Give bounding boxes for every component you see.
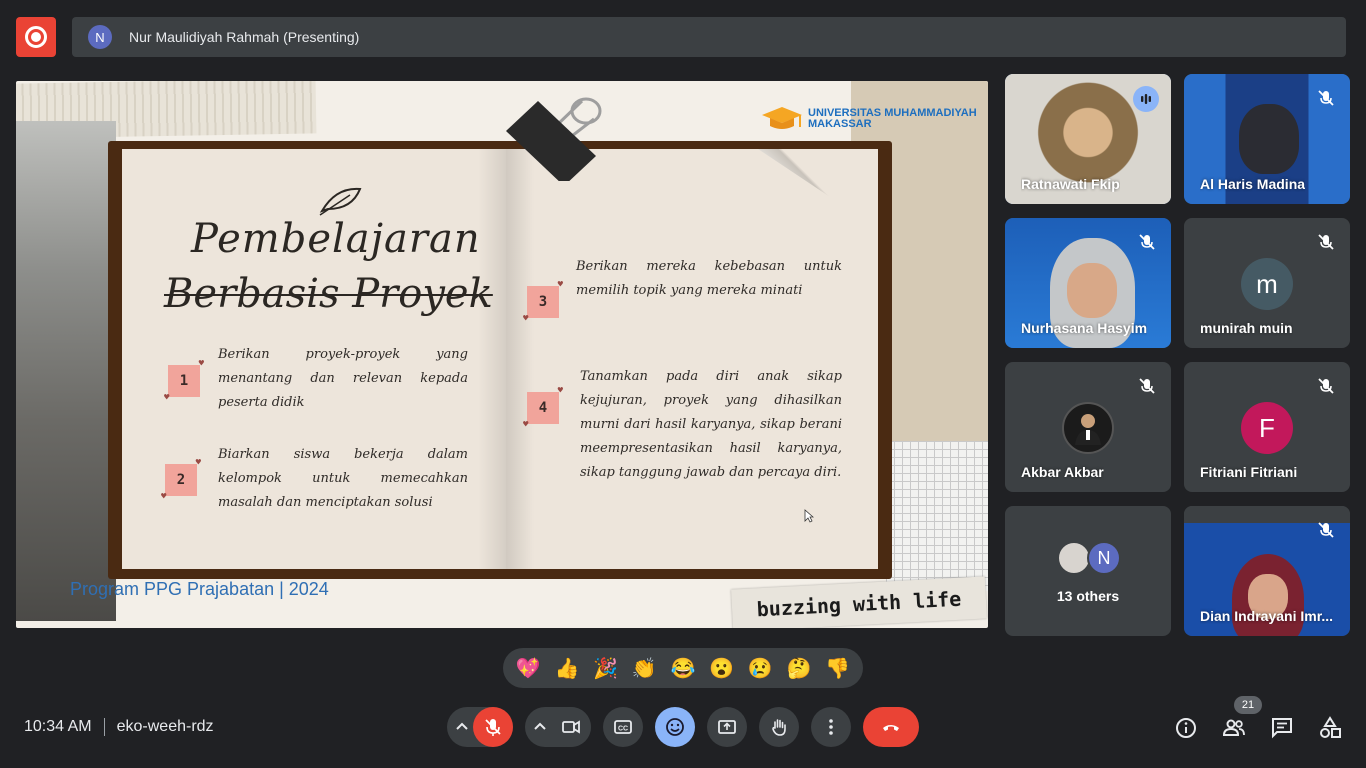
slide-title-line-1: Pembelajaran (191, 216, 481, 262)
video-options-chevron-up-icon[interactable] (531, 718, 549, 736)
reaction-crying[interactable]: 😢 (744, 656, 776, 681)
participant-avatar: F (1241, 402, 1293, 454)
record-icon (25, 26, 47, 48)
collage-decoration (16, 121, 116, 621)
item-text-1: Berikan proyek-proyek yang menantang dan… (218, 347, 468, 410)
grid-paper-decoration (886, 441, 988, 591)
graduation-cap-icon (762, 107, 802, 129)
people-icon[interactable] (1222, 716, 1246, 740)
participant-tile-dian[interactable]: Dian Indrayani Imr... (1184, 506, 1350, 636)
chat-icon[interactable] (1270, 716, 1294, 740)
participant-name: munirah muin (1200, 320, 1293, 336)
mic-off-icon (1318, 378, 1334, 394)
participant-name: Al Haris Madina (1200, 176, 1306, 192)
item-text-3: Berikan mereka kebebasan untuk memilih t… (576, 259, 842, 298)
participant-tile-munirah[interactable]: m munirah muin (1184, 218, 1350, 348)
emoji-smile-icon (666, 718, 684, 736)
item-number-2: 2 (161, 458, 201, 502)
reaction-surprised[interactable]: 😮 (706, 656, 738, 681)
participant-tile-akbar[interactable]: Akbar Akbar (1005, 362, 1171, 492)
mic-off-icon (1318, 522, 1334, 538)
participant-avatar: m (1241, 258, 1293, 310)
more-vertical-icon (829, 719, 833, 735)
reaction-thumbs-up[interactable]: 👍 (551, 656, 583, 681)
presenter-avatar: N (88, 25, 112, 49)
mic-toggle-button[interactable] (473, 707, 513, 747)
closed-captions-icon: CC (614, 720, 632, 734)
reaction-sparkling-heart[interactable]: 💖 (512, 656, 544, 681)
audio-options-chevron-up-icon[interactable] (453, 718, 471, 736)
participant-name: Fitriani Fitriani (1200, 464, 1298, 480)
item-text-2: Biarkan siswa bekerja dalam kelompok unt… (218, 447, 468, 510)
mic-off-icon (1318, 234, 1334, 250)
avatar: N (1087, 541, 1121, 575)
participant-count-badge: 21 (1234, 696, 1262, 714)
binder-clip-icon (506, 97, 602, 181)
others-avatars: N (1057, 541, 1121, 575)
mic-off-icon (1139, 378, 1155, 394)
participant-name: Ratnawati Fkip (1021, 176, 1120, 192)
meeting-info: 10:34 AM eko-weeh-rdz (24, 718, 214, 736)
reactions-button[interactable] (655, 707, 695, 747)
shared-slide: UNIVERSITAS MUHAMMADIYAH MAKASSAR Pembel… (16, 81, 988, 628)
mic-off-icon (485, 719, 501, 736)
captions-button[interactable]: CC (603, 707, 643, 747)
camera-toggle-button[interactable] (551, 707, 591, 747)
reaction-thumbs-down[interactable]: 👎 (822, 656, 854, 681)
video-camera-icon (562, 720, 580, 734)
leave-call-button[interactable] (863, 707, 919, 747)
more-options-button[interactable] (811, 707, 851, 747)
raise-hand-icon (772, 719, 786, 736)
participant-tile-nurhasana[interactable]: Nurhasana Hasyim (1005, 218, 1171, 348)
participant-tile-ratnawati[interactable]: Ratnawati Fkip (1005, 74, 1171, 204)
item-number-3: 3 (523, 280, 563, 324)
participant-tile-others[interactable]: N 13 others (1005, 506, 1171, 636)
participant-avatar-photo (1062, 402, 1114, 454)
recording-button[interactable] (16, 17, 56, 57)
right-page (506, 149, 878, 569)
participant-name: Dian Indrayani Imr... (1200, 608, 1334, 624)
presenter-label: Nur Maulidiyah Rahmah (Presenting) (129, 29, 360, 45)
mic-off-icon (1318, 90, 1334, 106)
participant-name: Akbar Akbar (1021, 464, 1104, 480)
hang-up-icon (883, 725, 899, 731)
item-text-4: Tanamkan pada diri anak sikap kejujuran,… (580, 369, 842, 480)
presentation-banner[interactable]: N Nur Maulidiyah Rahmah (Presenting) (72, 17, 1346, 57)
meeting-details-info-icon[interactable] (1174, 716, 1198, 740)
participant-tile-fitriani[interactable]: F Fitriani Fitriani (1184, 362, 1350, 492)
logo-line-2: MAKASSAR (808, 118, 872, 130)
reaction-thinking[interactable]: 🤔 (783, 656, 815, 681)
mic-off-icon (1139, 234, 1155, 250)
slide-title-line-2: Berbasis Proyek (164, 271, 493, 317)
tape-text: buzzing with life (756, 586, 962, 622)
leaf-icon (319, 187, 362, 216)
mouse-cursor-icon (804, 509, 814, 523)
current-time: 10:34 AM (24, 718, 92, 735)
reaction-party-popper[interactable]: 🎉 (590, 656, 622, 681)
reaction-tears-of-joy[interactable]: 😂 (667, 656, 699, 681)
avatar (1057, 541, 1091, 575)
raise-hand-button[interactable] (759, 707, 799, 747)
divider (103, 718, 105, 736)
reactions-bar: 💖 👍 🎉 👏 😂 😮 😢 🤔 👎 (503, 648, 863, 688)
activities-icon[interactable] (1318, 716, 1342, 740)
item-number-1: 1 (164, 359, 204, 403)
present-screen-button[interactable] (707, 707, 747, 747)
meeting-code: eko-weeh-rdz (116, 718, 214, 735)
others-count-label: 13 others (1056, 588, 1120, 604)
participant-name: Nurhasana Hasyim (1021, 320, 1148, 336)
reaction-clapping[interactable]: 👏 (628, 656, 660, 681)
present-screen-icon (718, 720, 736, 734)
tape-decoration: buzzing with life (731, 576, 987, 628)
slide-footer: Program PPG Prajabatan | 2024 (70, 579, 329, 599)
svg-text:CC: CC (618, 726, 628, 733)
speaking-indicator-icon (1133, 86, 1159, 112)
participant-tile-al-haris[interactable]: Al Haris Madina (1184, 74, 1350, 204)
university-logo: UNIVERSITAS MUHAMMADIYAH MAKASSAR (760, 105, 977, 133)
item-number-4: 4 (523, 386, 563, 430)
